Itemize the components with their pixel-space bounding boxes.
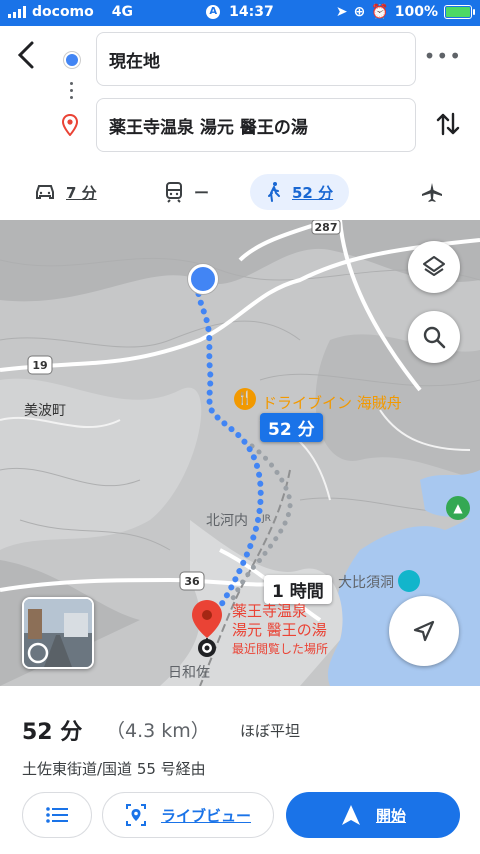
location-arrow-icon: A <box>206 5 221 19</box>
status-bar: docomo 4G A 14:37 ➤ ⊕ ⏰ 100% <box>0 0 480 26</box>
origin-dot-icon <box>64 52 80 68</box>
airplane-icon <box>422 183 442 202</box>
mode-car[interactable]: 7 分 <box>34 174 97 210</box>
street-view-thumbnail[interactable] <box>22 597 94 669</box>
current-location-dot-icon <box>188 264 218 294</box>
route-time-badge[interactable]: 52 分 <box>260 413 323 442</box>
origin-input[interactable]: 現在地 <box>96 32 416 86</box>
start-navigation-button[interactable]: 開始 <box>286 792 460 838</box>
road-shield-287: 287 <box>315 221 338 234</box>
lock-rotation-icon: ⊕ <box>353 4 366 20</box>
battery-charging-icon <box>444 5 475 19</box>
navigation-arrow-icon <box>413 620 435 642</box>
back-button[interactable] <box>16 40 44 74</box>
search-along-route-button[interactable] <box>408 311 460 363</box>
layers-icon <box>423 256 445 276</box>
road-shield-19: 19 <box>32 359 47 372</box>
station-label-hiwasa: 日和佐 <box>168 665 210 681</box>
swap-directions-icon[interactable] <box>432 108 464 140</box>
jr-icon: JR <box>262 514 271 524</box>
destination-marker-icon[interactable] <box>190 598 224 664</box>
destination-recent-note: 最近閲覧した場所 <box>232 642 329 656</box>
steps-list-button[interactable] <box>22 792 92 838</box>
mode-flight[interactable] <box>420 174 444 210</box>
park-pin-icon[interactable]: ▲ <box>446 496 470 520</box>
live-view-label: ライブビュー <box>160 806 251 825</box>
route-duration: 52 分 <box>22 720 83 745</box>
route-summary-sheet: 52 分 （4.3 km） ほぼ平坦 土佐東街道/国道 55 号経由 ライブビュ… <box>0 686 480 854</box>
mode-transit[interactable]: ー <box>164 174 209 210</box>
mode-car-time: 7 分 <box>66 183 97 202</box>
destination-input[interactable]: 薬王寺温泉 湯元 醫王の湯 <box>96 98 416 152</box>
live-view-icon <box>125 804 146 826</box>
route-distance: （4.3 km） <box>106 720 210 742</box>
road-shield-36: 36 <box>184 575 200 588</box>
clock: 14:37 <box>229 4 274 20</box>
travel-mode-bar: 7 分 ー 52 分 <box>0 170 480 214</box>
search-icon <box>423 326 446 349</box>
mode-walk[interactable]: 52 分 <box>250 174 350 210</box>
station-label-kitagawachi: 北河内 <box>206 513 248 529</box>
destination-label-line1[interactable]: 薬王寺温泉 <box>232 602 328 621</box>
restaurant-label[interactable]: ドライブイン 海賊舟 <box>262 392 402 413</box>
destination-label-line2[interactable]: 湯元 醫王の湯 <box>232 621 328 640</box>
live-view-button[interactable]: ライブビュー <box>102 792 274 838</box>
destination-pin-icon <box>61 113 79 140</box>
list-icon <box>46 807 68 823</box>
mode-transit-time: ー <box>194 183 210 202</box>
route-via: 土佐東街道/国道 55 号経由 <box>22 760 206 778</box>
restaurant-pin-icon[interactable]: 🍴 <box>234 388 256 410</box>
route-terrain: ほぼ平坦 <box>240 722 301 740</box>
navigation-icon <box>341 805 360 825</box>
train-icon <box>166 182 182 203</box>
my-location-button[interactable] <box>389 596 459 666</box>
layers-button[interactable] <box>408 241 460 293</box>
car-icon <box>36 185 54 199</box>
battery-percent: 100% <box>394 4 438 20</box>
alarm-icon: ⏰ <box>371 4 389 20</box>
walk-icon <box>268 182 280 202</box>
mode-walk-time: 52 分 <box>292 183 334 202</box>
route-dots-icon <box>70 82 74 103</box>
start-label: 開始 <box>375 806 406 825</box>
map-view[interactable]: 19 36 287 美波町 🍴 ドライブイン 海賊舟 52 分 1 時間 北河内… <box>0 220 480 686</box>
attraction-pin-icon[interactable] <box>398 570 420 592</box>
alt-route-time-badge[interactable]: 1 時間 <box>264 575 332 604</box>
more-options-icon[interactable]: ••• <box>424 44 462 68</box>
town-label: 美波町 <box>24 403 66 419</box>
location-arrow-icon: ➤ <box>335 4 348 20</box>
cave-label[interactable]: 大比須洞 <box>338 572 394 592</box>
